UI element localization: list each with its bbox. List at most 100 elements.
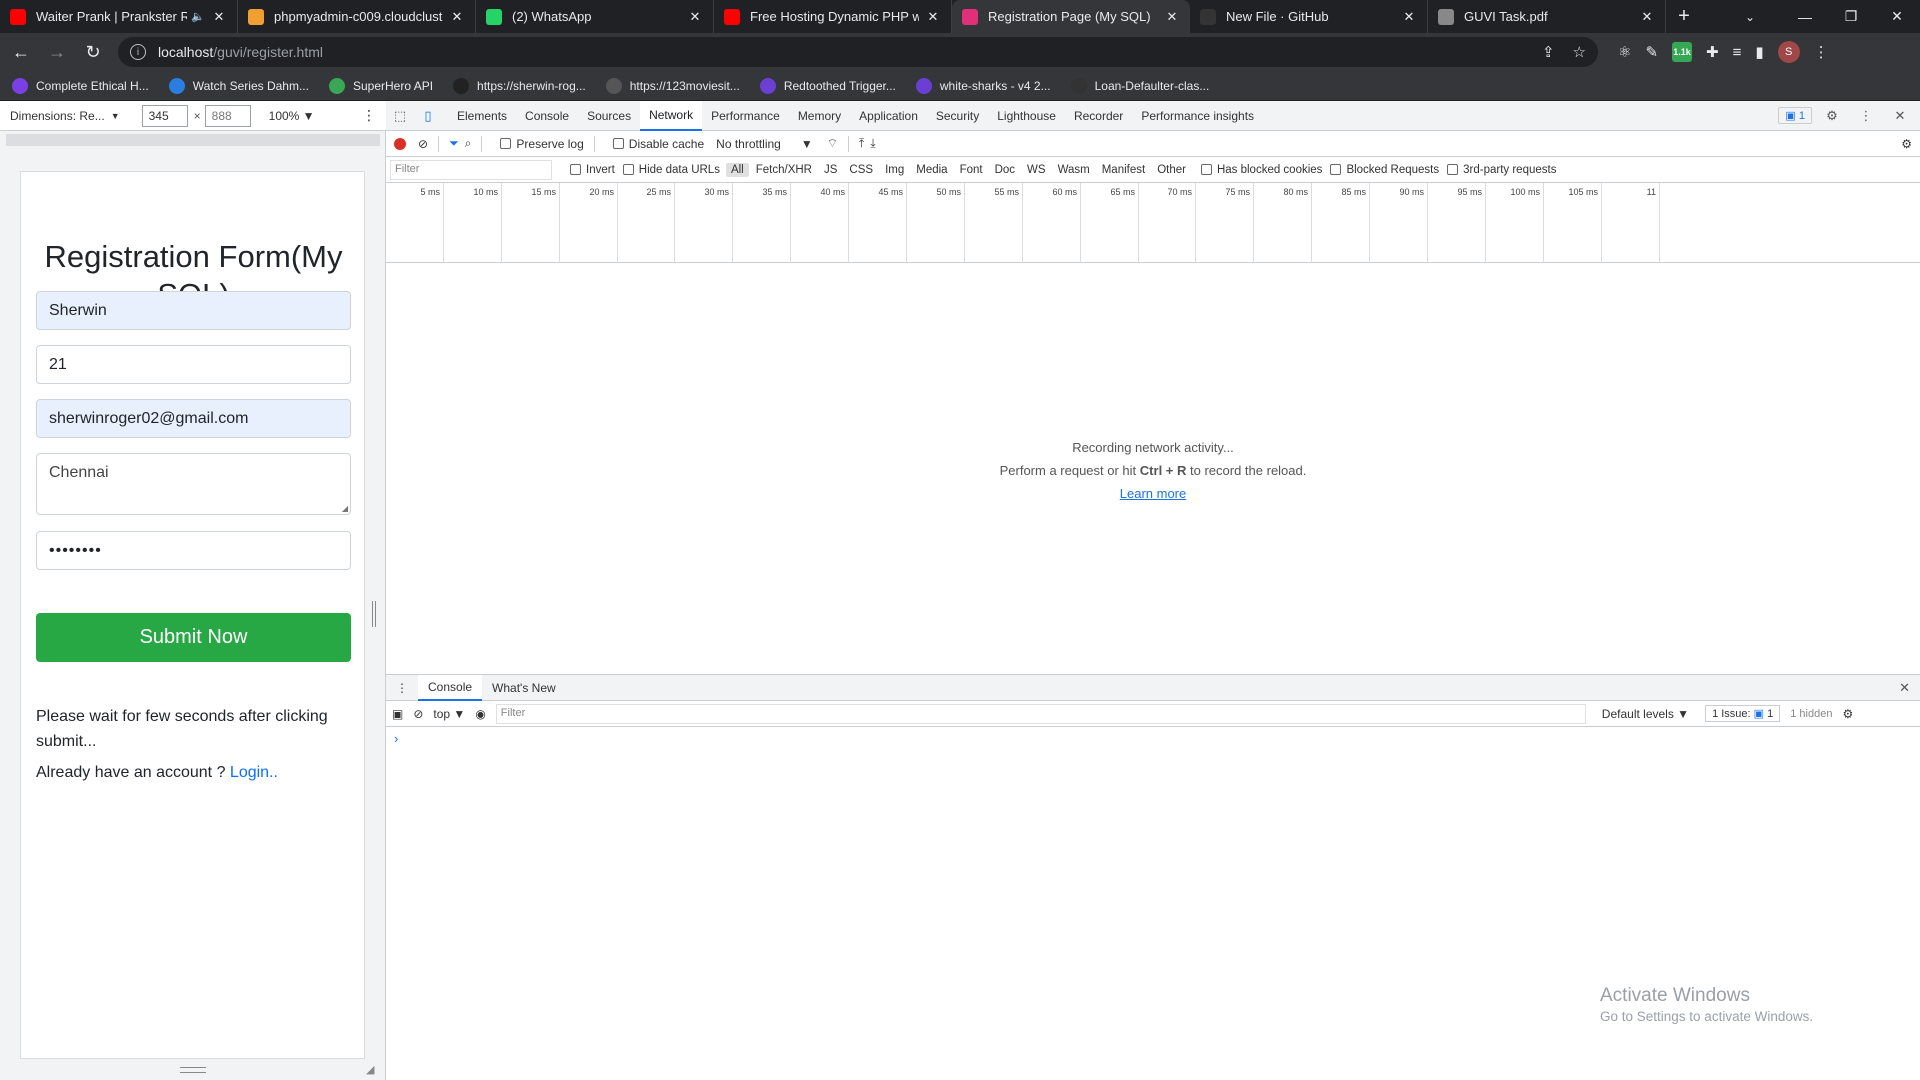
- viewport-width-handle[interactable]: [372, 601, 376, 627]
- network-filter-input[interactable]: Filter: [390, 159, 552, 180]
- devtools-settings-icon[interactable]: ⚙: [1818, 101, 1846, 131]
- reading-list-icon[interactable]: ≡: [1733, 44, 1742, 61]
- inspect-element-icon[interactable]: ⬚: [386, 101, 414, 131]
- close-tab-icon[interactable]: ✕: [925, 9, 941, 25]
- email-field[interactable]: sherwinroger02@gmail.com: [36, 399, 351, 438]
- type-filter-img[interactable]: Img: [880, 163, 909, 177]
- name-field[interactable]: Sherwin: [36, 291, 351, 330]
- tab-console[interactable]: Console: [516, 101, 578, 131]
- new-tab-button[interactable]: +: [1666, 0, 1702, 33]
- close-tab-icon[interactable]: ✕: [1164, 9, 1180, 25]
- export-har-icon[interactable]: ⤓: [870, 136, 875, 151]
- color-picker-icon[interactable]: ✎: [1645, 43, 1658, 61]
- type-filter-doc[interactable]: Doc: [990, 163, 1020, 177]
- browser-tab[interactable]: (2) WhatsApp ✕: [476, 0, 714, 33]
- tab-security[interactable]: Security: [927, 101, 988, 131]
- city-textarea[interactable]: Chennai ◢: [36, 453, 351, 515]
- console-sidebar-icon[interactable]: ▣: [392, 707, 403, 721]
- drawer-menu-icon[interactable]: ⋮: [386, 681, 418, 695]
- chrome-menu-icon[interactable]: ⋮: [1814, 43, 1829, 61]
- browser-tab[interactable]: phpmyadmin-c009.cloudclusters ✕: [238, 0, 476, 33]
- type-filter-ws[interactable]: WS: [1022, 163, 1051, 177]
- tab-elements[interactable]: Elements: [448, 101, 516, 131]
- browser-tab[interactable]: New File · GitHub ✕: [1190, 0, 1428, 33]
- age-field[interactable]: 21: [36, 345, 351, 384]
- tab-application[interactable]: Application: [850, 101, 927, 131]
- type-filter-fetchxhr[interactable]: Fetch/XHR: [751, 163, 817, 177]
- height-input[interactable]: 888: [204, 104, 251, 127]
- bookmark-item[interactable]: SuperHero API: [328, 77, 433, 94]
- hide-data-urls-checkbox[interactable]: Hide data URLs: [622, 164, 720, 176]
- bookmark-item[interactable]: Complete Ethical H...: [12, 77, 149, 94]
- blocked-cookies-checkbox[interactable]: Has blocked cookies: [1200, 164, 1322, 176]
- issues-badge[interactable]: ▣ 1: [1778, 107, 1812, 124]
- console-issues-button[interactable]: 1 Issue: ▣ 1: [1705, 705, 1781, 722]
- tab-performance[interactable]: Performance: [702, 101, 789, 131]
- disable-cache-checkbox[interactable]: Disable cache: [612, 137, 704, 151]
- tab-search-icon[interactable]: ⌄: [1730, 0, 1770, 33]
- type-filter-css[interactable]: CSS: [844, 163, 878, 177]
- tab-performance-insights[interactable]: Performance insights: [1132, 101, 1263, 131]
- network-conditions-icon[interactable]: ⌔: [827, 136, 838, 151]
- type-filter-wasm[interactable]: Wasm: [1053, 163, 1095, 177]
- record-button[interactable]: [394, 137, 406, 150]
- console-filter-input[interactable]: Filter: [495, 703, 1586, 724]
- address-bar[interactable]: i localhost/guvi/register.html ⇪ ☆: [118, 37, 1598, 67]
- restore-button[interactable]: ❐: [1828, 0, 1874, 33]
- bookmark-item[interactable]: Watch Series Dahm...: [168, 77, 309, 94]
- context-select[interactable]: top ▼: [433, 707, 465, 721]
- resize-grip-icon[interactable]: ◢: [342, 504, 348, 513]
- devtools-close-icon[interactable]: ✕: [1886, 101, 1914, 131]
- clear-icon[interactable]: ⊘: [418, 137, 428, 151]
- dimensions-select[interactable]: Dimensions: Re...: [10, 109, 105, 123]
- type-filter-js[interactable]: JS: [819, 163, 842, 177]
- password-field[interactable]: ••••••••: [36, 531, 351, 570]
- search-icon[interactable]: ⌕: [465, 136, 472, 151]
- forward-button[interactable]: →: [42, 37, 72, 67]
- blocked-requests-checkbox[interactable]: Blocked Requests: [1330, 164, 1439, 176]
- live-expression-eye-icon[interactable]: ◉: [475, 707, 485, 721]
- console-prompt[interactable]: ›: [386, 727, 1920, 750]
- throttling-select[interactable]: No throttling ▼: [716, 137, 813, 151]
- browser-tab[interactable]: Free Hosting Dynamic PHP websites ✕: [714, 0, 952, 33]
- tab-lighthouse[interactable]: Lighthouse: [988, 101, 1065, 131]
- browser-tab[interactable]: Waiter Prank | Prankster Rahul🔈 ✕: [0, 0, 238, 33]
- close-tab-icon[interactable]: ✕: [211, 9, 227, 25]
- back-button[interactable]: ←: [6, 37, 36, 67]
- drawer-close-icon[interactable]: ✕: [1899, 680, 1920, 696]
- invert-checkbox[interactable]: Invert: [570, 164, 615, 176]
- bookmark-star-icon[interactable]: ☆: [1573, 43, 1586, 61]
- viewport-height-handle[interactable]: [180, 1067, 206, 1073]
- bookmark-item[interactable]: white-sharks - v4 2...: [915, 77, 1051, 94]
- learn-more-link[interactable]: Learn more: [1120, 486, 1186, 501]
- console-clear-icon[interactable]: ⊘: [413, 707, 423, 721]
- third-party-checkbox[interactable]: 3rd-party requests: [1447, 164, 1556, 176]
- side-panel-icon[interactable]: ▮: [1755, 43, 1763, 61]
- bookmark-item[interactable]: https://123moviesit...: [605, 77, 740, 94]
- import-har-icon[interactable]: ⤒: [859, 136, 864, 151]
- type-filter-all[interactable]: All: [725, 162, 749, 177]
- log-levels-select[interactable]: Default levels ▼: [1596, 707, 1695, 721]
- viewport-corner-handle[interactable]: ◢: [366, 1063, 374, 1076]
- extensions-puzzle-icon[interactable]: ✚: [1706, 43, 1719, 61]
- react-devtools-icon[interactable]: ⚛: [1618, 43, 1631, 61]
- close-tab-icon[interactable]: ✕: [1401, 9, 1417, 25]
- tab-whats-new[interactable]: What's New: [482, 675, 566, 701]
- close-window-button[interactable]: ✕: [1874, 0, 1920, 33]
- console-settings-icon[interactable]: ⚙: [1842, 707, 1853, 721]
- profile-avatar[interactable]: S: [1777, 41, 1800, 63]
- tab-recorder[interactable]: Recorder: [1065, 101, 1132, 131]
- bookmark-item[interactable]: https://sherwin-rog...: [453, 77, 586, 94]
- share-icon[interactable]: ⇪: [1542, 43, 1555, 61]
- tab-sources[interactable]: Sources: [578, 101, 640, 131]
- devtools-menu-icon[interactable]: ⋮: [1852, 101, 1880, 131]
- device-toolbar-menu-icon[interactable]: ⋮: [362, 107, 376, 124]
- site-info-icon[interactable]: i: [130, 44, 146, 60]
- width-input[interactable]: 345: [141, 104, 188, 127]
- network-overview-timeline[interactable]: 5 ms 10 ms 15 ms 20 ms 25 ms 30 ms 35 ms 40 ms 4…: [386, 183, 1920, 263]
- type-filter-other[interactable]: Other: [1152, 163, 1191, 177]
- browser-tab[interactable]: Registration Page (My SQL) ✕: [952, 0, 1190, 33]
- minimize-button[interactable]: —: [1782, 0, 1828, 33]
- filter-icon[interactable]: ⏷: [449, 136, 459, 151]
- type-filter-media[interactable]: Media: [911, 163, 952, 177]
